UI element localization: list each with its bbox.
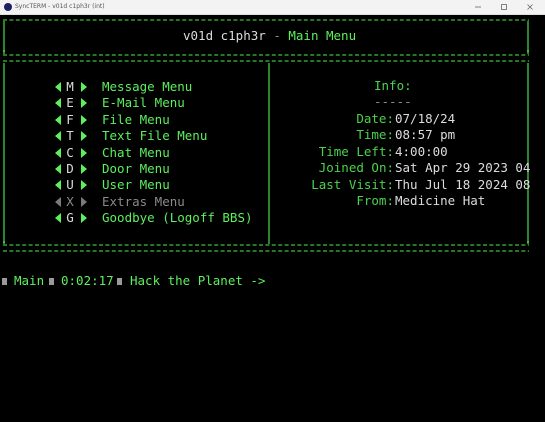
menu-hotkey: X: [66, 193, 74, 209]
menu-item-label: E-Mail Menu: [102, 95, 185, 111]
arrow-right-icon: [81, 196, 87, 207]
close-button[interactable]: [517, 0, 543, 14]
arrow-right-icon: [81, 164, 87, 174]
arrow-left-icon: [55, 213, 61, 224]
menu-item-label: Text File Menu: [102, 128, 208, 144]
menu-item-label: Door Menu: [102, 161, 170, 176]
menu-item-label: Extras Menu: [102, 193, 185, 209]
menu-hotkey: M: [66, 79, 74, 94]
prompt-location: Main: [14, 273, 45, 288]
arrow-left-icon: [55, 147, 61, 158]
prompt-bullet-icon: [49, 278, 54, 285]
menu-hotkey: C: [66, 144, 74, 160]
menu-item-text-file-menu[interactable]: T Text File Menu: [0, 128, 265, 144]
menu-item-file-menu[interactable]: F File Menu: [0, 112, 265, 128]
info-label: Time Left:: [318, 143, 394, 159]
info-value: 4:00:00: [395, 143, 448, 159]
arrow-right-icon: [81, 131, 87, 142]
prompt-bullet-icon: [117, 278, 122, 285]
menu-hotkey: U: [66, 177, 74, 193]
menu-item-chat-menu[interactable]: C Chat Menu: [0, 145, 265, 161]
arrow-right-icon: [81, 98, 87, 109]
arrow-left-icon: [55, 180, 61, 191]
bbs-name: v01d c1ph3r: [183, 28, 266, 43]
menu-item-goodbye-logoff-bbs[interactable]: G Goodbye (Logoff BBS): [0, 210, 265, 226]
arrow-right-icon: [81, 180, 87, 191]
menu-hotkey: F: [66, 111, 74, 127]
menu-item-label: Goodbye (Logoff BBS): [102, 210, 253, 226]
arrow-right-icon: [81, 147, 87, 158]
menu-hotkey: D: [66, 161, 74, 176]
terminal-screen[interactable]: v01d c1ph3r - Main Menu M Message Menu E E-…: [0, 15, 545, 422]
info-label: Last Visit:: [311, 176, 394, 192]
info-value: 07/18/24: [395, 111, 456, 126]
menu-item-e-mail-menu[interactable]: E E-Mail Menu: [0, 95, 265, 111]
arrow-right-icon: [81, 213, 87, 224]
info-value: Thu Jul 18 2024 08: [395, 176, 531, 192]
arrow-left-icon: [55, 131, 61, 142]
arrow-left-icon: [55, 98, 61, 109]
title-bar: SyncTERM - v01d c1ph3r (int): [0, 0, 545, 15]
arrow-left-icon: [55, 82, 61, 92]
minimize-button[interactable]: [465, 0, 491, 14]
menu-hotkey: G: [66, 210, 74, 226]
window-title: SyncTERM - v01d c1ph3r (int): [15, 3, 105, 10]
menu-item-label: Chat Menu: [102, 144, 170, 160]
info-label: Date:: [356, 111, 394, 126]
prompt-text: Hack the Planet ->: [130, 273, 266, 288]
info-label: Time:: [356, 127, 394, 143]
arrow-left-icon: [55, 114, 61, 125]
info-value: Sat Apr 29 2023 04: [395, 160, 531, 176]
info-label: Joined On:: [318, 160, 394, 176]
arrow-right-icon: [81, 82, 87, 92]
title-separator: -: [265, 28, 289, 43]
menu-item-door-menu[interactable]: D Door Menu: [0, 161, 265, 177]
maximize-icon: [501, 4, 507, 10]
menu-item-message-menu[interactable]: M Message Menu: [0, 79, 265, 95]
info-label: From:: [356, 193, 394, 208]
menu-item-user-menu[interactable]: U User Menu: [0, 177, 265, 193]
info-value: Medicine Hat: [395, 193, 486, 208]
menu-item-label: File Menu: [102, 111, 170, 127]
menu-item-label: Message Menu: [102, 79, 193, 94]
info-title: Info:: [374, 78, 412, 93]
info-underline: -----: [374, 94, 412, 109]
arrow-left-icon: [55, 196, 61, 207]
arrow-left-icon: [55, 164, 61, 174]
close-icon: [527, 4, 533, 10]
minimize-icon: [475, 6, 481, 8]
arrow-right-icon: [81, 114, 87, 125]
prompt-bullet-icon: [2, 278, 7, 285]
syncterm-app-icon: [4, 3, 12, 11]
maximize-button[interactable]: [491, 0, 517, 14]
menu-hotkey: T: [66, 128, 74, 144]
menu-hotkey: E: [66, 95, 74, 111]
page-title: v01d c1ph3r - Main Menu: [183, 28, 356, 44]
menu-item-label: User Menu: [102, 177, 170, 193]
menu-name: Main Menu: [288, 28, 357, 43]
prompt-elapsed-time: 0:02:17: [61, 273, 114, 288]
syncterm-window: SyncTERM - v01d c1ph3r (int) v01d c1ph3r…: [0, 0, 545, 422]
menu-item-extras-menu[interactable]: X Extras Menu: [0, 194, 265, 210]
info-value: 08:57 pm: [395, 127, 456, 143]
